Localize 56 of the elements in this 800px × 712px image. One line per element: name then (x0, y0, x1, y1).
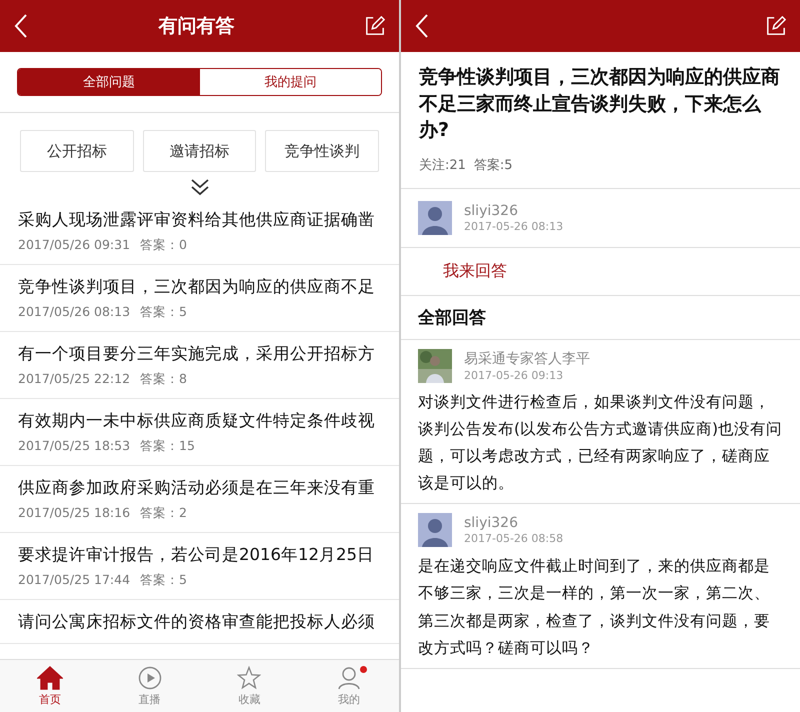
category-button[interactable]: 竞争性谈判 (265, 130, 380, 172)
answer-text: 是在递交响应文件截止时间到了，来的供应商都是不够三家，三次是一样的，第一次一家，第二次、第三次都是两家，检查了，谈判文件没有问题，要改方式吗？磋商可以吗？ (418, 556, 771, 659)
post-time: 2017-05-26 08:58 (464, 532, 564, 546)
question-title: 有一个项目要分三年实施完成，采用公开招标方 (18, 343, 376, 365)
edit-icon[interactable] (365, 16, 385, 36)
question-title: 有效期内一未中标供应商质疑文件特定条件歧视 (18, 410, 376, 432)
question-item[interactable]: 有一个项目要分三年实施完成，采用公开招标方 2017/05/25 22:12 答案：8 (0, 332, 399, 399)
user-name: sliyi326 (464, 202, 519, 219)
question-title: 竞争性谈判项目，三次都因为响应的供应商不足三家而终止宣告谈判失败，下来怎么办? (419, 65, 781, 144)
answer-count: 答案：5 (140, 572, 187, 589)
question-time: 2017/05/25 18:16 (18, 505, 130, 522)
question-title: 竞争性谈判项目，三次都因为响应的供应商不足 (18, 276, 376, 298)
question-item[interactable]: 供应商参加政府采购活动必须是在三年来没有重 2017/05/25 18:16 答案：2 (0, 466, 399, 533)
answer-count: 答案：0 (140, 237, 187, 254)
category-button[interactable]: 公开招标 (20, 130, 134, 172)
back-icon[interactable] (14, 13, 28, 39)
question-item[interactable]: 请问公寓床招标文件的资格审查能把投标人必须 (0, 600, 399, 644)
avatar-icon (418, 513, 452, 548)
question-time: 2017/05/26 09:31 (18, 237, 130, 254)
section-heading: 全部回答 (418, 308, 486, 328)
home-icon (36, 666, 63, 690)
answer-count: 答案:5 (474, 156, 513, 174)
user-name: sliyi326 (464, 515, 519, 532)
answer-count: 答案：15 (140, 438, 195, 455)
answer-count: 答案：2 (140, 505, 187, 522)
question-time: 2017/05/25 17:44 (18, 572, 130, 589)
back-icon[interactable] (415, 13, 429, 39)
question-time: 2017/05/26 08:13 (18, 304, 130, 321)
question-title: 要求提许审计报告，若公司是2016年12月25日 (18, 544, 375, 566)
answer-count: 答案：8 (140, 371, 187, 388)
category-button[interactable]: 邀请招标 (142, 130, 256, 172)
screen-title: 有问有答 (158, 14, 234, 39)
avatar-icon (418, 200, 452, 235)
expand-chevron-icon[interactable] (190, 178, 210, 196)
question-item[interactable]: 有效期内一未中标供应商质疑文件特定条件歧视 2017/05/25 18:53 答案：15 (0, 399, 399, 466)
post-time: 2017-05-26 09:13 (464, 368, 564, 382)
segment-tab[interactable]: 全部问题 (18, 69, 200, 95)
follower-count: 关注:21 (419, 156, 466, 174)
user-icon (337, 666, 362, 690)
question-time: 2017/05/25 18:53 (18, 438, 130, 455)
question-title: 请问公寓床招标文件的资格审查能把投标人必须 (18, 611, 376, 633)
question-time: 2017/05/25 22:12 (18, 371, 130, 388)
question-title: 供应商参加政府采购活动必须是在三年来没有重 (18, 477, 376, 499)
edit-icon[interactable] (766, 16, 786, 36)
answer-text: 对谈判文件进行检查后，如果谈判文件没有问题，谈判公告发布(以发布公告方式邀请供应商)也没有问题，可以考虑改方式，已经有两家响应了，磋商应该是可以的。 (418, 392, 783, 494)
question-title: 采购人现场泄露评审资料给其他供应商证据确凿 (18, 209, 376, 231)
star-icon (237, 666, 262, 690)
post-time: 2017-05-26 08:13 (464, 220, 564, 233)
answer-link[interactable]: 我来回答 (443, 260, 507, 280)
play-icon (138, 666, 162, 690)
user-name: 易采通专家答人李平 (464, 350, 590, 368)
tab-item[interactable]: 首页 (0, 660, 100, 712)
answer-count: 答案：5 (140, 304, 187, 321)
question-item[interactable]: 要求提许审计报告，若公司是2016年12月25日 2017/05/25 17:44 答案：5 (0, 533, 399, 600)
question-item[interactable]: 竞争性谈判项目，三次都因为响应的供应商不足 2017/05/26 08:13 答案：5 (0, 265, 399, 332)
question-item[interactable]: 采购人现场泄露评审资料给其他供应商证据确凿 2017/05/26 09:31 答案：0 (0, 198, 399, 265)
